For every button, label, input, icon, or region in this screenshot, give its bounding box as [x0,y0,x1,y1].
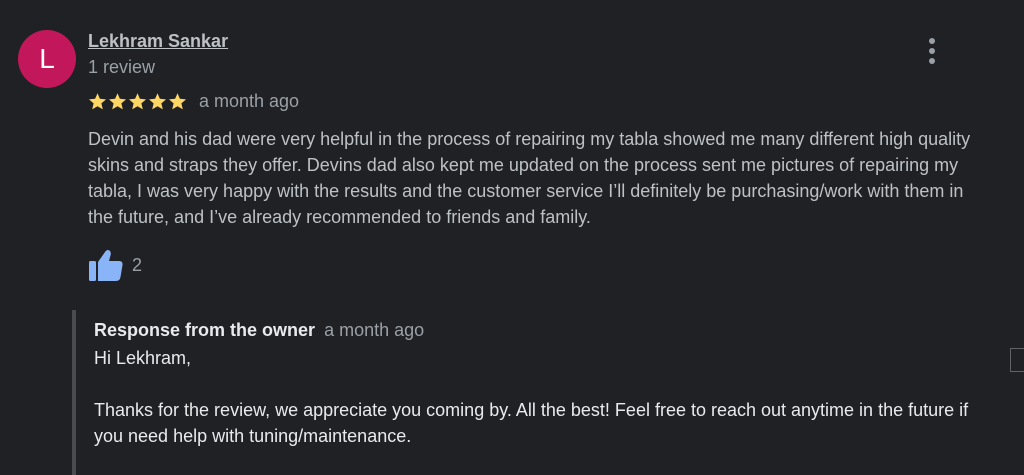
author-name-link[interactable]: Lekhram Sankar [88,31,228,52]
response-title: Response from the owner [94,320,316,340]
thumbs-up-icon[interactable] [88,248,124,282]
more-options-button[interactable] [916,34,948,68]
rating-row: a month ago [88,89,299,113]
response-text: Hi Lekhram, Thanks for the review, we ap… [94,348,969,446]
edge-scroll-handle[interactable] [1010,348,1024,372]
review-card: L Lekhram Sankar 1 review a month ago De… [0,0,1024,475]
owner-response: Response from the owner a month ago Hi L… [72,310,1006,475]
more-vertical-icon-dot [929,48,935,54]
star-rating [88,92,187,111]
avatar[interactable]: L [18,30,76,88]
star-icon [108,92,127,109]
review-time: a month ago [199,90,300,111]
response-header: Response from the owner a month ago [94,320,424,341]
more-vertical-icon-dot [929,58,935,64]
star-icon [148,92,167,109]
like-row: 2 [88,248,142,282]
star-icon [88,92,107,109]
author-review-count: 1 review [88,57,156,77]
response-time: a month ago [324,320,425,340]
star-icon [168,92,187,109]
avatar-letter: L [39,43,55,74]
like-count: 2 [132,254,143,275]
review-text: Devin and his dad were very helpful in t… [88,129,971,227]
more-vertical-icon [929,38,935,44]
star-icon [128,92,147,109]
